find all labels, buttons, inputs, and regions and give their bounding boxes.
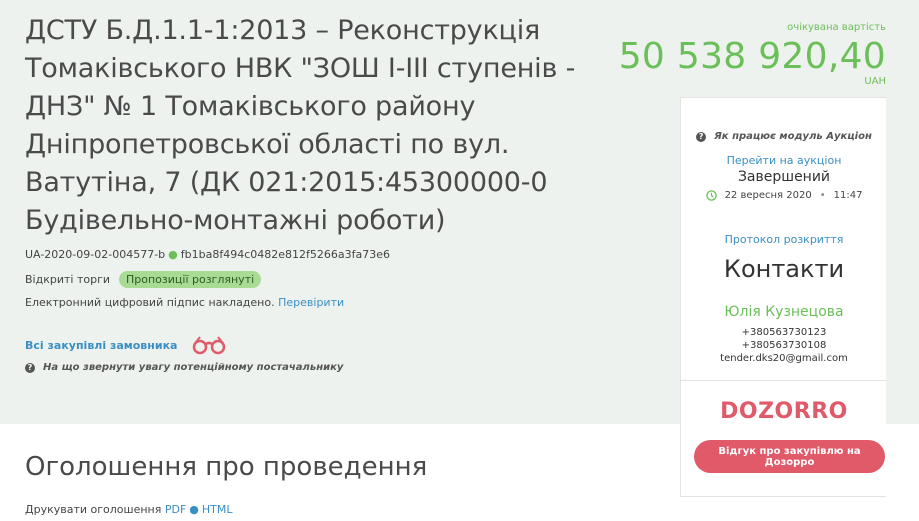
all-purchases-row: Всі закупівлі замовника [25, 334, 227, 356]
print-pdf-link[interactable]: PDF [165, 503, 186, 516]
auction-time: 11:47 [833, 190, 863, 201]
tender-hash: fb1ba8f494c0482e812f5266a3fa73e6 [180, 248, 390, 261]
procedure-type: Відкриті торги [25, 272, 110, 286]
protocol-link[interactable]: Протокол розкриття [681, 233, 887, 246]
question-circle-icon: ? [25, 362, 35, 373]
print-html-link[interactable]: HTML [202, 503, 233, 516]
tender-id: UA-2020-09-02-004577-b [25, 248, 166, 261]
tender-title: ДСТУ Б.Д.1.1-1:2013 – Реконструкція Тома… [25, 15, 576, 236]
verify-signature-link[interactable]: Перевірити [278, 296, 344, 309]
contacts-title: Контакти [723, 255, 845, 283]
status-badge: Пропозиції розглянуті [119, 270, 262, 288]
attention-row[interactable]: ? На що звернути увагу потенційному пост… [25, 362, 343, 373]
goto-auction-link[interactable]: Перейти на аукціон [681, 154, 887, 167]
separator-dot: ● [189, 503, 199, 516]
all-purchases-link[interactable]: Всі закупівлі замовника [25, 339, 177, 352]
side-card: ? Як працює модуль Аукціон Перейти на ау… [680, 97, 887, 497]
expected-value-currency: UAH [864, 76, 886, 87]
auction-date-row: 22 вересня 2020 • 11:47 [681, 190, 887, 201]
signature-row: Електронний цифровий підпис накладено. П… [25, 296, 344, 309]
auction-howto-text: Як працює модуль Аукціон [714, 131, 872, 142]
attention-text: На що звернути увагу потенційному постач… [43, 362, 344, 373]
contact-phone-2: +380563730108 [741, 340, 827, 351]
contact-email: tender.dks20@gmail.com [720, 353, 848, 364]
tender-id-row: UA-2020-09-02-004577-b ● fb1ba8f494c0482e8… [25, 248, 390, 261]
auction-status: Завершений [737, 169, 831, 185]
clock-icon [705, 190, 717, 201]
expected-value-label: очікувана вартість [787, 22, 886, 33]
auction-howto[interactable]: ? Як працює модуль Аукціон [681, 131, 887, 142]
contact-phone-1: +380563730123 [741, 327, 827, 338]
print-label: Друкувати оголошення [25, 503, 162, 516]
date-separator: • [819, 190, 826, 201]
signature-text: Електронний цифровий підпис накладено. [25, 296, 275, 309]
auction-date: 22 вересня 2020 [724, 190, 812, 201]
announcement-title: Оголошення про проведення [25, 452, 428, 482]
binoculars-icon[interactable] [191, 334, 227, 356]
question-circle-icon: ? [696, 131, 707, 142]
print-row: Друкувати оголошення PDF ● HTML [25, 503, 233, 516]
expected-value-amount: 50 538 920,40 [618, 36, 886, 77]
contact-name: Юлія Кузнецова [724, 304, 844, 320]
card-divider [681, 380, 887, 381]
separator-dot: ● [168, 248, 178, 261]
dozorro-logo: DOZORRO [720, 399, 848, 424]
procedure-row: Відкриті торги Пропозиції розглянуті [25, 270, 262, 288]
dozorro-review-button[interactable]: Відгук про закупівлю на Дозорро [694, 440, 885, 473]
